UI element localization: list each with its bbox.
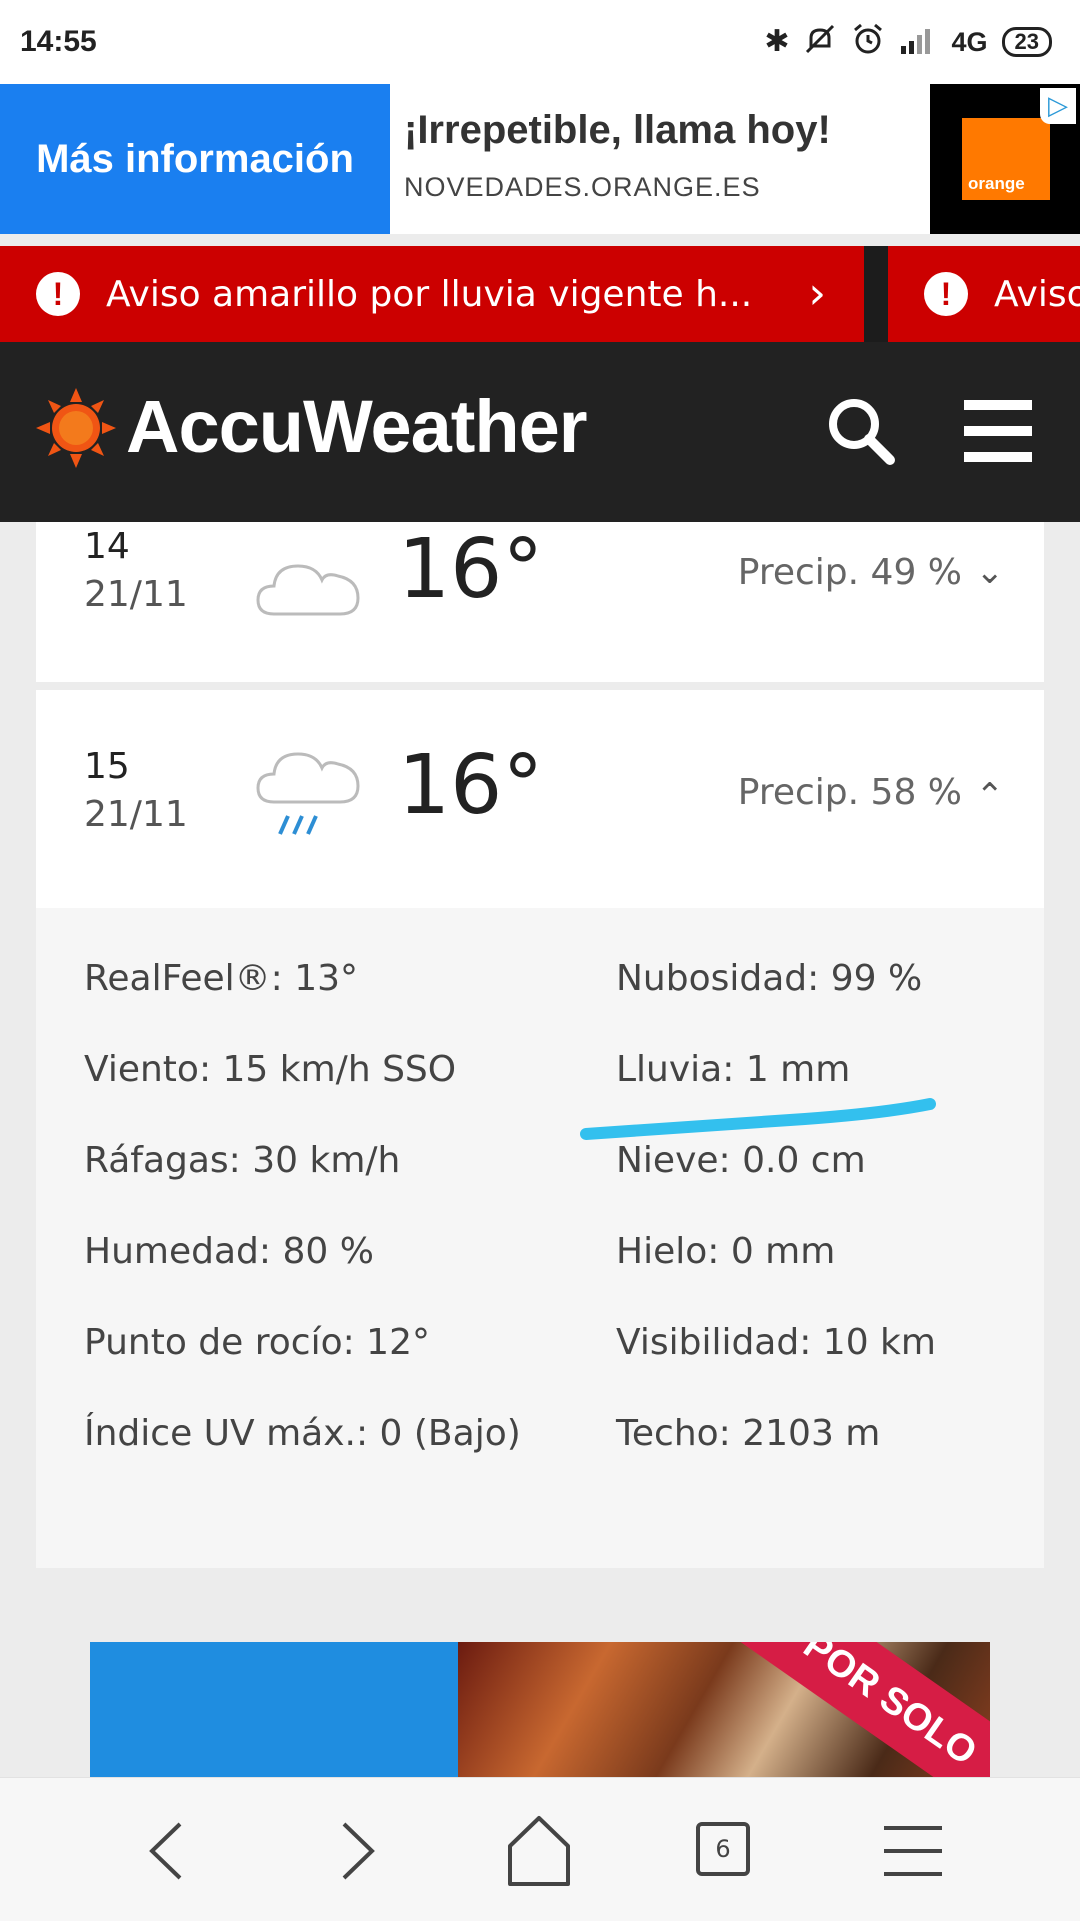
search-icon[interactable] [824, 394, 896, 466]
detail-wind: Viento: 15 km/h SSO [84, 1049, 457, 1090]
detail-rain: Lluvia: 1 mm [616, 1049, 851, 1090]
alert-text: Aviso [994, 273, 1080, 315]
cloud-icon [256, 564, 360, 616]
alert-strip: ! Aviso amarillo por lluvia vigente h...… [0, 246, 1080, 342]
hour-label: 15 [84, 746, 130, 787]
alert-exclamation-icon: ! [36, 272, 80, 316]
rain-cloud-icon [256, 752, 360, 835]
brand-logo[interactable]: AccuWeather [126, 384, 588, 469]
alert-exclamation-icon: ! [924, 272, 968, 316]
chevron-down-icon[interactable]: ⌄ [976, 552, 1005, 592]
detail-cloud-cover: Nubosidad: 99 % [616, 958, 923, 999]
ad-banner[interactable]: Más información ¡Irrepetible, llama hoy!… [0, 84, 1080, 234]
alert-text: Aviso amarillo por lluvia vigente h... [106, 273, 753, 315]
status-bar: 14:55 ✱ 4G 23 [0, 0, 1080, 84]
hourly-forecast: 14 21/11 16° Precip. 49 % ⌄ 15 21/11 16°… [0, 522, 1080, 1777]
hour-label: 14 [84, 526, 130, 567]
detail-realfeel: RealFeel®: 13° [84, 958, 359, 999]
browser-menu-icon[interactable] [868, 1806, 958, 1896]
date-label: 21/11 [84, 794, 188, 835]
detail-ceiling: Techo: 2103 m [616, 1413, 881, 1454]
adchoices-icon[interactable]: ▷ [1040, 88, 1076, 124]
ad-url[interactable]: NOVEDADES.ORANGE.ES [404, 172, 761, 203]
detail-ice: Hielo: 0 mm [616, 1231, 836, 1272]
promo-left-panel [90, 1642, 460, 1777]
temperature: 16° [398, 738, 544, 833]
back-icon[interactable] [124, 1806, 214, 1896]
temperature: 16° [398, 522, 544, 617]
detail-visibility: Visibilidad: 10 km [616, 1322, 936, 1363]
browser-bottom-nav: 6 [0, 1777, 1080, 1921]
site-header: AccuWeather [0, 342, 1080, 522]
alert-item[interactable]: ! Aviso amarillo por lluvia vigente h...… [0, 246, 864, 342]
precip-label: Precip. 49 % [737, 552, 962, 593]
silent-icon [803, 22, 837, 62]
precip-label: Precip. 58 % [737, 772, 962, 813]
detail-dew-point: Punto de rocío: 12° [84, 1322, 430, 1363]
status-time: 14:55 [20, 25, 97, 58]
ad-headline[interactable]: ¡Irrepetible, llama hoy! [404, 108, 831, 153]
network-type: 4G [951, 26, 988, 57]
detail-humidity: Humedad: 80 % [84, 1231, 374, 1272]
promo-banner[interactable]: POR SOLO [90, 1642, 990, 1777]
highlight-stroke [580, 1098, 936, 1140]
chevron-right-icon: › [808, 268, 826, 319]
home-icon[interactable] [494, 1806, 584, 1896]
hour-row[interactable]: 15 21/11 16° Precip. 58 % ⌃ [36, 690, 1044, 908]
detail-uv-index: Índice UV máx.: 0 (Bajo) [84, 1413, 521, 1454]
hour-row[interactable]: 14 21/11 16° Precip. 49 % ⌄ [36, 522, 1044, 682]
ad-logo-box[interactable]: orange ▷ [930, 84, 1080, 234]
alarm-icon [851, 22, 885, 62]
detail-snow: Nieve: 0.0 cm [616, 1140, 866, 1181]
alert-item[interactable]: ! Aviso [888, 246, 1080, 342]
detail-gusts: Ráfagas: 30 km/h [84, 1140, 401, 1181]
status-icons: ✱ 4G 23 [764, 22, 1052, 62]
date-label: 21/11 [84, 574, 188, 615]
orange-logo-text: orange [968, 174, 1025, 193]
tabs-button[interactable]: 6 [680, 1806, 770, 1896]
ad-more-info-button[interactable]: Más información [0, 84, 390, 234]
signal-icon [899, 24, 937, 60]
battery-indicator: 23 [1001, 27, 1052, 57]
forward-icon[interactable] [310, 1806, 400, 1896]
chevron-up-icon[interactable]: ⌃ [976, 776, 1005, 816]
accuweather-sun-icon[interactable] [36, 388, 116, 468]
tab-count: 6 [696, 1822, 750, 1876]
bluetooth-icon: ✱ [764, 24, 790, 59]
hour-details-panel: RealFeel®: 13° Viento: 15 km/h SSO Ráfag… [36, 908, 1044, 1568]
hamburger-menu-icon[interactable] [964, 400, 1032, 462]
orange-logo: orange [962, 118, 1050, 200]
